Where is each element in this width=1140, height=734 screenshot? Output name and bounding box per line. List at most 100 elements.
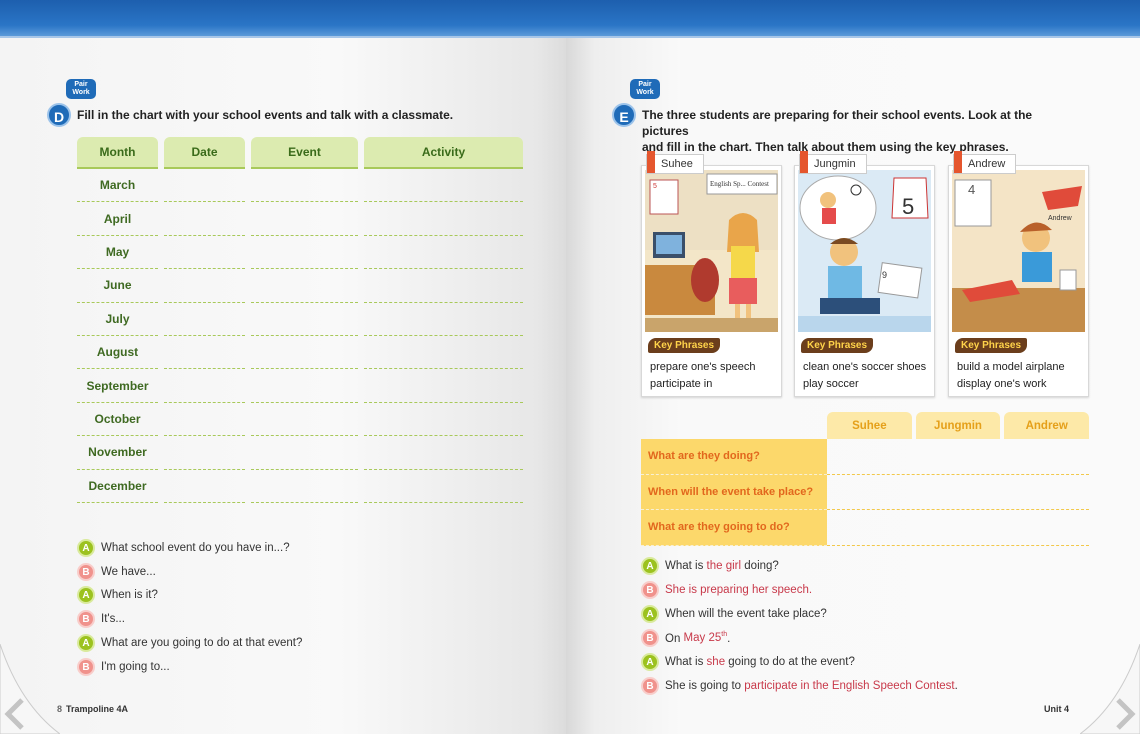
activity-cell[interactable] bbox=[364, 436, 523, 470]
table-row: June bbox=[77, 269, 523, 303]
dialogue-text: She is going to participate in the Engli… bbox=[665, 680, 958, 692]
date-cell[interactable] bbox=[164, 470, 245, 503]
event-cell[interactable] bbox=[251, 303, 358, 336]
question-cell: When will the event take place? bbox=[641, 474, 827, 510]
andrew-picture: 4 Andrew bbox=[952, 170, 1085, 332]
speaker-b-icon: B bbox=[641, 581, 659, 599]
calendar-number: 9 bbox=[882, 270, 887, 280]
top-banner bbox=[0, 0, 566, 38]
table-row: November bbox=[77, 436, 523, 470]
date-cell[interactable] bbox=[164, 169, 245, 203]
student-chart-header: Suhee Jungmin Andrew bbox=[827, 412, 1090, 439]
activity-cell[interactable] bbox=[364, 169, 523, 203]
prev-page-curl-icon[interactable] bbox=[0, 644, 60, 734]
date-cell[interactable] bbox=[164, 269, 245, 303]
activity-cell[interactable] bbox=[364, 269, 523, 303]
header-jungmin: Jungmin bbox=[915, 412, 1001, 439]
header-andrew: Andrew bbox=[1004, 412, 1090, 439]
answer-cell[interactable] bbox=[827, 475, 1089, 510]
answer-cell[interactable] bbox=[827, 439, 1089, 475]
date-cell[interactable] bbox=[164, 236, 245, 270]
instruction-line-1: The three students are preparing for the… bbox=[642, 108, 1033, 138]
key-phrase: clean one's soccer shoes bbox=[803, 361, 927, 373]
calendar-number: 4 bbox=[968, 182, 975, 197]
date-cell[interactable] bbox=[164, 303, 245, 336]
event-cell[interactable] bbox=[251, 436, 358, 470]
left-page: Pair Work D Fill in the chart with your … bbox=[0, 0, 566, 734]
event-cell[interactable] bbox=[251, 202, 358, 236]
date-cell[interactable] bbox=[164, 369, 245, 403]
dialogue-text: I'm going to... bbox=[101, 661, 170, 673]
pair-work-badge: Pair Work bbox=[66, 77, 106, 101]
key-phrases-badge: Key Phrases bbox=[955, 338, 1028, 353]
footer-left: 8 Trampoline 4A bbox=[57, 704, 128, 714]
next-page-curl-icon[interactable] bbox=[1080, 644, 1140, 734]
key-phrase: build a model airplane bbox=[957, 361, 1065, 373]
key-phrase: play soccer bbox=[803, 378, 859, 390]
card-name: Andrew bbox=[953, 151, 1017, 174]
top-banner bbox=[566, 0, 1140, 38]
table-row: July bbox=[77, 303, 523, 336]
poster-text: English Sp... Contest bbox=[710, 180, 769, 188]
answer-cell[interactable] bbox=[827, 510, 1089, 546]
activity-cell[interactable] bbox=[364, 336, 523, 370]
speaker-a-icon: A bbox=[77, 539, 95, 557]
activity-cell[interactable] bbox=[364, 202, 523, 236]
event-cell[interactable] bbox=[251, 236, 358, 270]
month-cell: May bbox=[77, 236, 158, 270]
activity-cell[interactable] bbox=[364, 470, 523, 503]
event-cell[interactable] bbox=[251, 169, 358, 203]
event-cell[interactable] bbox=[251, 336, 358, 370]
dialogue-text: On May 25th. bbox=[665, 631, 731, 645]
event-cell[interactable] bbox=[251, 269, 358, 303]
question-cell: What are they going to do? bbox=[641, 510, 827, 546]
header-suhee: Suhee bbox=[827, 412, 912, 439]
month-cell: December bbox=[77, 470, 158, 503]
dialogue-text: She is preparing her speech. bbox=[665, 584, 813, 596]
dialogue-line: B She is going to participate in the Engl… bbox=[641, 677, 958, 695]
activity-cell[interactable] bbox=[364, 403, 523, 437]
header-event: Event bbox=[251, 137, 358, 169]
event-cell[interactable] bbox=[251, 369, 358, 403]
name-label: Andrew bbox=[1048, 215, 1073, 222]
table-row: What are they going to do? bbox=[641, 510, 1089, 546]
key-phrase: participate in bbox=[650, 378, 713, 390]
speaker-b-icon: B bbox=[77, 658, 95, 676]
date-cell[interactable] bbox=[164, 202, 245, 236]
key-phrases-badge: Key Phrases bbox=[801, 338, 874, 353]
dialogue-text: When will the event take place? bbox=[665, 608, 827, 620]
header-date: Date bbox=[164, 137, 245, 169]
key-phrases-text: prepare one's speech participate in bbox=[650, 359, 755, 393]
speaker-a-icon: A bbox=[77, 634, 95, 652]
activity-cell[interactable] bbox=[364, 369, 523, 403]
month-cell: November bbox=[77, 436, 158, 470]
key-phrase: display one's work bbox=[957, 378, 1047, 390]
table-row: March bbox=[77, 169, 523, 203]
dialogue-line: B We have... bbox=[77, 563, 156, 581]
dialogue-line: A When is it? bbox=[77, 586, 158, 604]
activity-cell[interactable] bbox=[364, 236, 523, 270]
question-cell: What are they doing? bbox=[641, 439, 827, 475]
suhee-picture: 5 English Sp... Contest bbox=[645, 170, 778, 332]
section-d-icon: D bbox=[47, 103, 71, 127]
event-cell[interactable] bbox=[251, 470, 358, 503]
dialogue-line: A What school event do you have in...? bbox=[77, 539, 290, 557]
instruction-line-2: and fill in the chart. Then talk about t… bbox=[642, 140, 1009, 154]
month-cell: July bbox=[77, 303, 158, 336]
date-cell[interactable] bbox=[164, 436, 245, 470]
dialogue-line: B It's... bbox=[77, 610, 125, 628]
activity-cell[interactable] bbox=[364, 303, 523, 336]
key-phrase: prepare one's speech bbox=[650, 361, 756, 373]
pair-work-badge: Pair Work bbox=[630, 77, 670, 101]
book-title: Trampoline 4A bbox=[66, 704, 129, 714]
dialogue-text: What is she going to do at the event? bbox=[665, 656, 855, 668]
date-cell[interactable] bbox=[164, 403, 245, 437]
dialogue-text: What is the girl doing? bbox=[665, 560, 779, 572]
date-cell[interactable] bbox=[164, 336, 245, 370]
event-cell[interactable] bbox=[251, 403, 358, 437]
dialogue-text: What school event do you have in...? bbox=[101, 542, 290, 554]
instruction-d: Fill in the chart with your school event… bbox=[77, 108, 454, 122]
key-phrases-text: build a model airplane display one's work bbox=[957, 359, 1065, 393]
table-row: May bbox=[77, 236, 523, 270]
month-cell: April bbox=[77, 202, 158, 236]
